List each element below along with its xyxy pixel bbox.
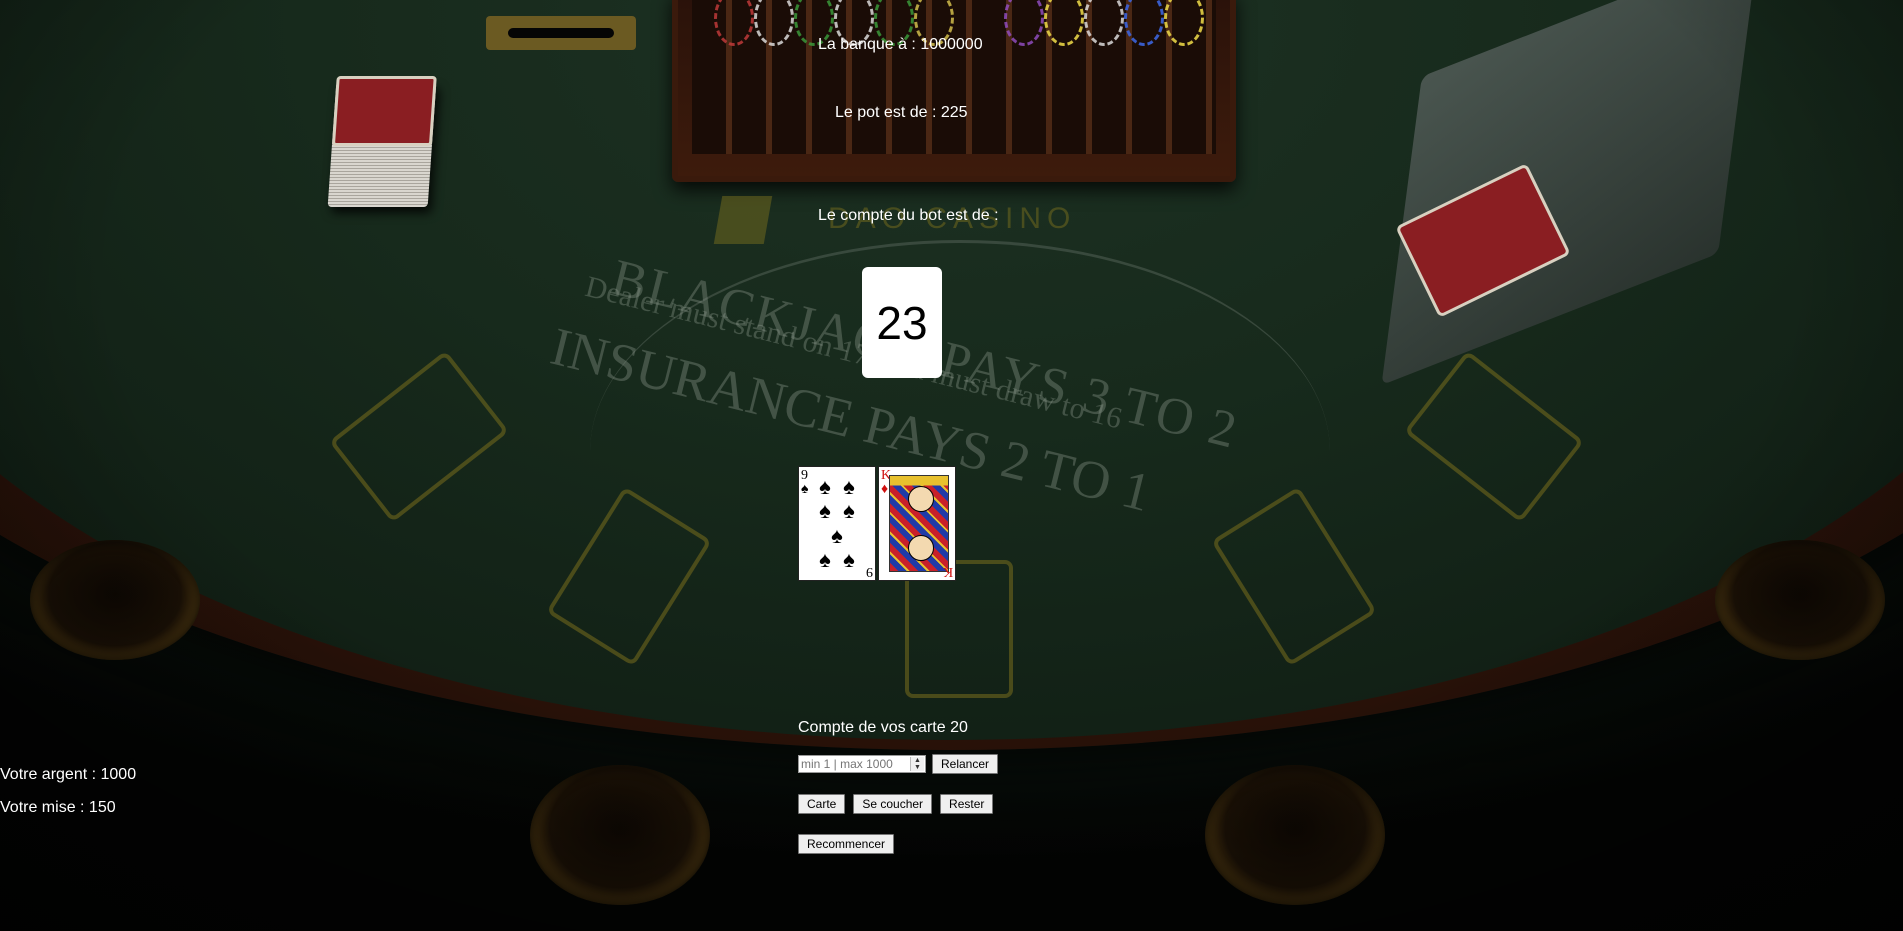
card-deck [327,76,437,207]
action-row: Carte Se coucher Rester [798,794,994,814]
cup-holder [30,540,200,660]
card-corner: 9 [866,564,873,579]
card-corner: K [942,564,953,579]
spade-icon: ♠ [819,498,831,524]
pot-amount: Le pot est de : 225 [835,104,968,121]
bet-amount-input[interactable] [798,755,926,773]
spade-icon: ♠ [831,522,843,548]
bet-input-wrap: ▲▼ [798,755,926,773]
raise-button[interactable]: Relancer [932,754,999,774]
spade-icon: ♠ [801,482,809,497]
player-hand: 9 ♠ ♠ ♠ ♠ ♠ ♠ ♠ ♠ 9 K ♦ K [798,466,956,581]
bot-count-value: 23 [862,267,942,378]
spade-icon: ♠ [819,474,831,500]
bot-count-label: Le compte du bot est de : [818,207,999,224]
card-pips: ♠ ♠ ♠ ♠ ♠ ♠ ♠ [813,475,861,572]
cup-holder [1205,765,1385,905]
king-face-art [889,475,949,572]
card-back [331,76,437,146]
card-rank: K [942,564,953,579]
chip-tray [672,0,1236,182]
playing-card-nine-of-spades: 9 ♠ ♠ ♠ ♠ ♠ ♠ ♠ ♠ 9 [798,466,876,581]
playing-card-king-of-diamonds: K ♦ K [878,466,956,581]
cup-holder [1715,540,1885,660]
king-head-icon [908,535,934,561]
player-stake: Votre mise : 150 [0,799,116,816]
dice-icon [713,196,773,244]
card-rank: 9 [801,468,808,483]
restart-button[interactable]: Recommencer [798,834,895,854]
card-rank: 9 [866,564,873,579]
spade-icon: ♠ [843,474,855,500]
number-spinner[interactable]: ▲ ▼ [910,757,924,771]
cup-holder [530,765,710,905]
player-card-count: Compte de vos carte 20 [798,719,968,736]
spade-icon: ♠ [819,546,831,572]
card-corner: 9 ♠ [801,469,808,497]
hit-button[interactable]: Carte [798,794,846,814]
money-slot [486,16,636,50]
player-money: Votre argent : 1000 [0,766,137,783]
restart-row: Recommencer [798,834,895,854]
fold-button[interactable]: Se coucher [853,794,933,814]
king-head-icon [908,486,934,512]
stand-button[interactable]: Rester [940,794,994,814]
bank-balance: La banque à : 1000000 [818,36,983,53]
spade-icon: ♠ [843,498,855,524]
bet-row: ▲▼ Relancer [798,754,999,774]
game-stage: DAO CASINO BLACKJACK PAYS 3 TO 2 Dealer … [0,0,1903,931]
spade-icon: ♠ [843,546,855,572]
